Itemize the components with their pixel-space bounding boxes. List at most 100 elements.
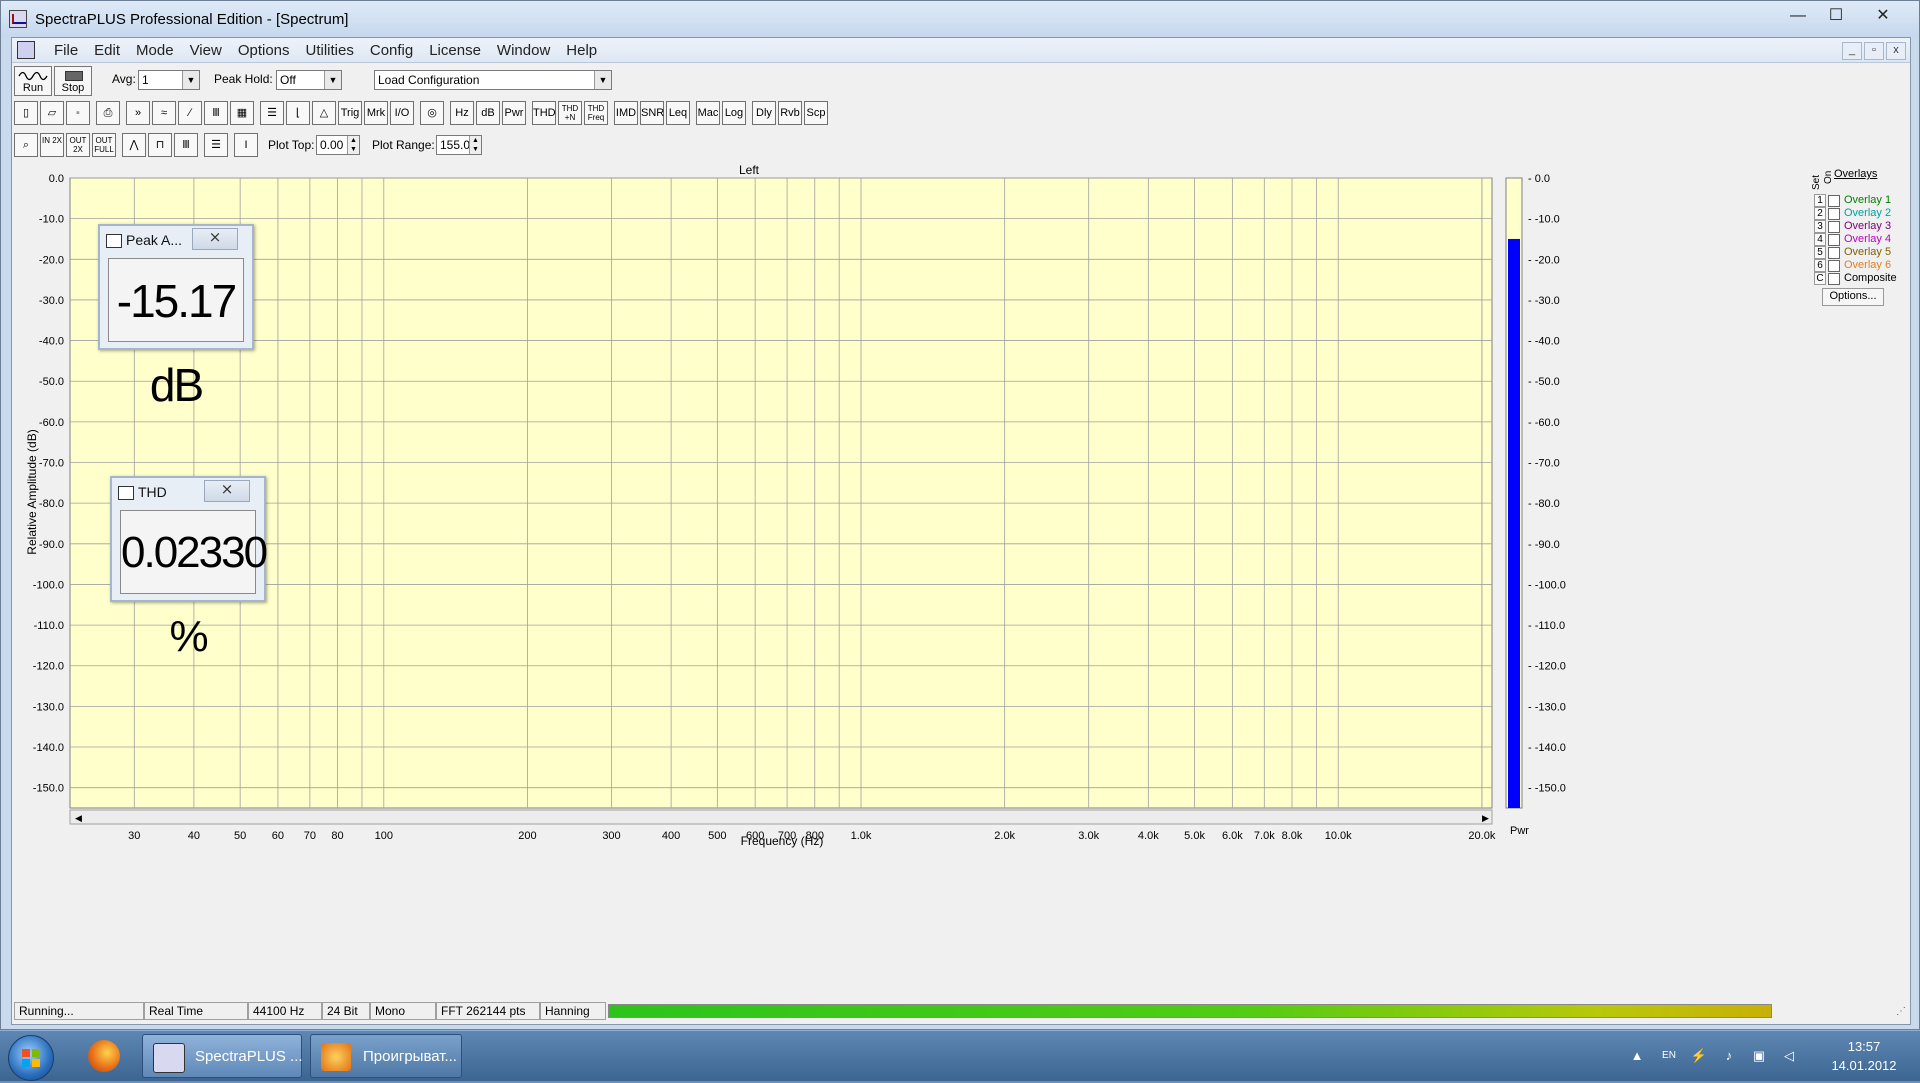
title-bar[interactable]: SpectraPLUS Professional Edition - [Spec… (1, 1, 1919, 37)
avg-select[interactable]: 1 ▼ (138, 70, 200, 90)
resize-grip-icon[interactable]: ⋰ (1896, 1006, 1906, 1017)
close-icon[interactable]: ⨯ (192, 228, 238, 250)
overlay-options-button[interactable]: Options... (1822, 288, 1884, 306)
axis-icon[interactable]: ⌊ (286, 101, 310, 125)
overlay-set-key[interactable]: 4 (1814, 233, 1826, 246)
peak-shape-icon[interactable]: ⋀ (122, 133, 146, 157)
thd-freq-button[interactable]: THD Freq (584, 101, 608, 125)
menu-file[interactable]: File (46, 42, 86, 59)
step-shape-icon[interactable]: ⊓ (148, 133, 172, 157)
scroll-right-icon[interactable]: ▶ (1482, 813, 1489, 823)
record-mode-icon[interactable]: ≈ (152, 101, 176, 125)
thd-meter[interactable]: THD ⨯ 0.02330 % (110, 476, 268, 661)
spectrum-mode-icon[interactable]: Ⅲ (204, 101, 228, 125)
open-folder-icon[interactable]: ▱ (40, 101, 64, 125)
imd-button[interactable]: IMD (614, 101, 638, 125)
close-icon[interactable]: ⨯ (204, 480, 250, 502)
leq-button[interactable]: Leq (666, 101, 690, 125)
menu-options[interactable]: Options (230, 42, 298, 59)
plot-background[interactable] (69, 177, 1493, 809)
volume-icon[interactable]: ◁ (1780, 1048, 1798, 1064)
bars-icon[interactable]: Ⅲ (174, 133, 198, 157)
document-icon[interactable] (17, 41, 35, 59)
magnifier-icon[interactable]: ⌕ (14, 133, 38, 157)
tray-language-icon[interactable]: EN (1660, 1048, 1678, 1064)
peak-amplitude-meter[interactable]: Peak A... ⨯ -15.17 dB (98, 224, 254, 411)
overlay-checkbox[interactable] (1828, 208, 1840, 220)
start-button[interactable] (8, 1035, 54, 1081)
triangle-icon[interactable]: △ (312, 101, 336, 125)
overlay-set-key[interactable]: 1 (1814, 194, 1826, 207)
menu-window[interactable]: Window (489, 42, 558, 59)
overlay-set-key[interactable]: 3 (1814, 220, 1826, 233)
spectrum-plot[interactable]: 0.0 -10.0 -20.0 -30.0 -40.0 -50.0 -60.0 -70.0 -8… (12, 162, 1910, 996)
overlay-set-key[interactable]: 2 (1814, 207, 1826, 220)
clock-date[interactable]: 14.01.2012 (1814, 1058, 1914, 1073)
dly-button[interactable]: Dly (752, 101, 776, 125)
overlay-checkbox[interactable] (1828, 247, 1840, 259)
print-icon[interactable]: ⎙ (96, 101, 120, 125)
network-icon[interactable]: ▣ (1750, 1048, 1768, 1064)
mac-button[interactable]: Mac (696, 101, 720, 125)
overlay-checkbox[interactable] (1828, 195, 1840, 207)
taskbar-media-player[interactable]: Проигрыват... (310, 1034, 462, 1078)
zoom-out-2x-button[interactable]: OUT 2X (66, 133, 90, 157)
fast-forward-icon[interactable]: » (126, 101, 150, 125)
spin-arrows-icon[interactable]: ▲ ▼ (347, 136, 359, 154)
config-select[interactable]: Load Configuration ▼ (374, 70, 612, 90)
tray-expand-icon[interactable]: ▲ (1628, 1048, 1646, 1064)
stop-button[interactable]: Stop (54, 66, 92, 96)
menu-utilities[interactable]: Utilities (298, 42, 362, 59)
overlay-checkbox[interactable] (1828, 234, 1840, 246)
peak-hold-select[interactable]: Off ▼ (276, 70, 342, 90)
overlay-checkbox[interactable] (1828, 260, 1840, 272)
close-button[interactable]: ✕ (1861, 5, 1905, 27)
pwr-button[interactable]: Pwr (502, 101, 526, 125)
maximize-button[interactable]: ☐ (1821, 5, 1851, 27)
mrk-button[interactable]: Mrk (364, 101, 388, 125)
hz-button[interactable]: Hz (450, 101, 474, 125)
overlay-set-key[interactable]: C (1814, 272, 1826, 285)
trig-button[interactable]: Trig (338, 101, 362, 125)
io-button[interactable]: I/O (390, 101, 414, 125)
plot-range-input[interactable]: 155.0 ▲ ▼ (436, 135, 482, 155)
spin-arrows-icon[interactable]: ▲ ▼ (469, 136, 481, 154)
minimize-button[interactable]: — (1783, 5, 1813, 27)
thd-button[interactable]: THD (532, 101, 556, 125)
taskbar-spectraplus[interactable]: SpectraPLUS ... (142, 1034, 303, 1078)
run-button[interactable]: Run (14, 66, 52, 96)
clock-time[interactable]: 13:57 (1824, 1039, 1904, 1054)
snr-button[interactable]: SNR (640, 101, 664, 125)
rvb-button[interactable]: Rvb (778, 101, 802, 125)
log-button[interactable]: Log (722, 101, 746, 125)
scroll-left-icon[interactable]: ◀ (75, 813, 82, 823)
settings-panel-icon[interactable]: ☰ (260, 101, 284, 125)
menu-help[interactable]: Help (558, 42, 605, 59)
menu-edit[interactable]: Edit (86, 42, 128, 59)
db-button[interactable]: dB (476, 101, 500, 125)
child-minimize-button[interactable]: _ (1842, 42, 1862, 60)
menu-license[interactable]: License (421, 42, 489, 59)
save-icon[interactable]: ▪ (66, 101, 90, 125)
spectrogram-icon[interactable]: ▦ (230, 101, 254, 125)
new-file-icon[interactable]: ▯ (14, 101, 38, 125)
overlay-checkbox[interactable] (1828, 221, 1840, 233)
zoom-out-full-button[interactable]: OUT FULL (92, 133, 116, 157)
power-icon[interactable]: ⚡ (1690, 1048, 1708, 1064)
zoom-in-2x-button[interactable]: IN 2X (40, 133, 64, 157)
taskbar-firefox[interactable] (80, 1034, 130, 1078)
menu-mode[interactable]: Mode (128, 42, 182, 59)
time-series-icon[interactable]: ∕ (178, 101, 202, 125)
overlay-checkbox[interactable] (1828, 273, 1840, 285)
horizontal-scrollbar[interactable] (69, 809, 1493, 825)
app-icon[interactable] (9, 10, 27, 28)
cursor-icon[interactable]: I (234, 133, 258, 157)
list-icon[interactable]: ☰ (204, 133, 228, 157)
scp-button[interactable]: Scp (804, 101, 828, 125)
menu-view[interactable]: View (182, 42, 230, 59)
sound-tray-icon[interactable]: ♪ (1720, 1048, 1738, 1064)
menu-config[interactable]: Config (362, 42, 421, 59)
plot-top-input[interactable]: 0.00 ▲ ▼ (316, 135, 360, 155)
child-restore-button[interactable]: ▫ (1864, 42, 1884, 60)
thd-n-button[interactable]: THD +N (558, 101, 582, 125)
